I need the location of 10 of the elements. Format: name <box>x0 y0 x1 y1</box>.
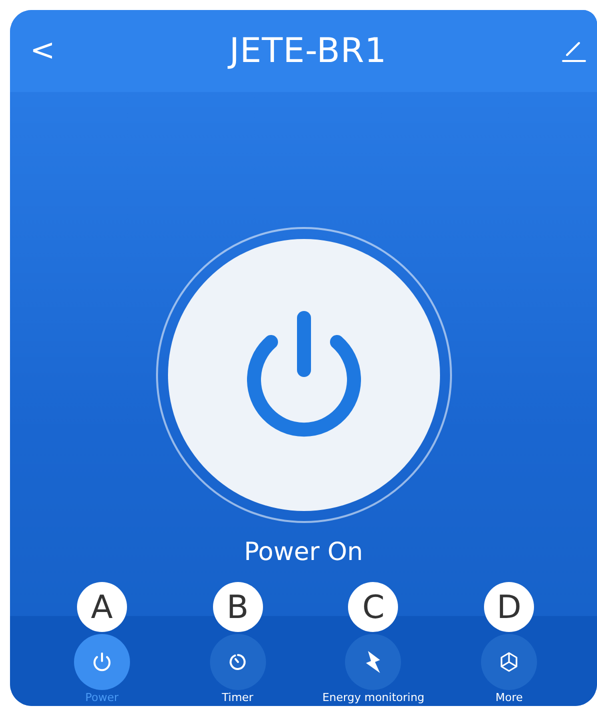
letter-badge: C <box>348 582 398 632</box>
tab-label[interactable]: Energy monitoring <box>322 691 424 704</box>
device-title: JETE-BR1 <box>229 31 387 71</box>
letter-badge: A <box>76 582 127 632</box>
tab-label[interactable]: More <box>495 691 523 704</box>
tab-label[interactable]: Timer <box>222 691 254 704</box>
power-status: Power On <box>244 537 364 566</box>
letter-badge: D <box>484 582 534 632</box>
letter-badge: B <box>212 582 263 632</box>
back-button[interactable]: < <box>30 36 56 66</box>
